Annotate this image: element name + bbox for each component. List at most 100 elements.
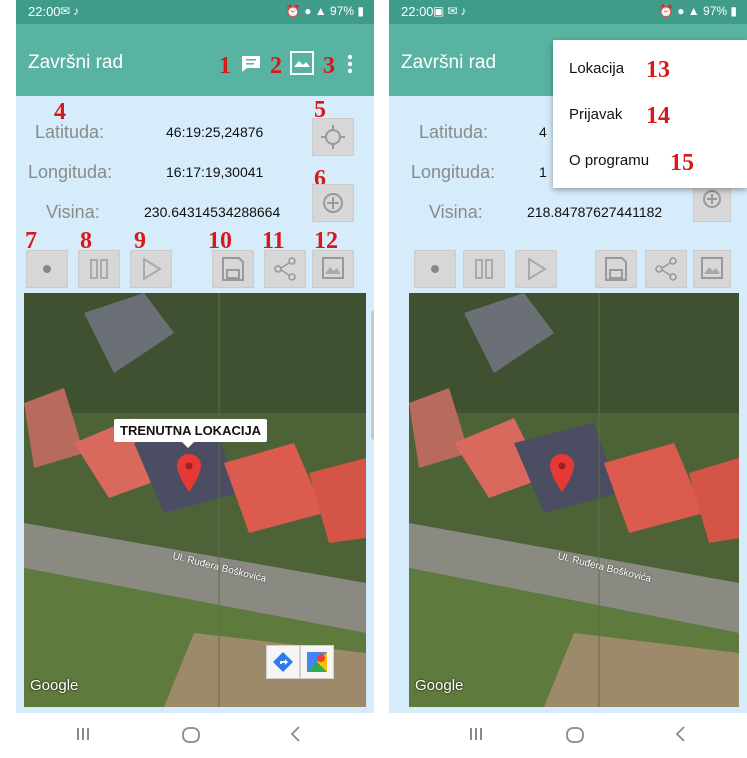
alarm-icon: ⏰ — [658, 4, 674, 18]
signal-icon: ▲ — [687, 4, 700, 18]
scroll-handle[interactable] — [371, 310, 374, 440]
home-icon[interactable] — [565, 725, 585, 750]
record-button[interactable] — [26, 250, 68, 288]
record-icon — [43, 265, 51, 273]
share-icon — [655, 257, 677, 281]
gps-fix-button[interactable] — [312, 118, 354, 156]
status-time: 22:00 — [28, 4, 61, 19]
phone-screen-right: 22:00 ▣✉♪ ⏰ ● ▲ 97% ▮ Završni rad Latitu… — [389, 0, 747, 758]
recents-icon[interactable] — [467, 725, 485, 748]
notification-icons: ✉♪ — [60, 4, 83, 18]
map-view-button[interactable] — [693, 250, 731, 288]
annotation-label: 1 — [219, 53, 231, 79]
location-icon: ● — [677, 4, 685, 18]
more-vert-icon[interactable] — [347, 54, 353, 79]
pause-icon — [475, 259, 493, 279]
altitude-value: 218.84787627441182 — [527, 204, 663, 220]
marker-callout: TRENUTNA LOKACIJA — [114, 419, 268, 448]
latitude-value: 46:19:25,24876 — [166, 124, 264, 140]
google-maps-icon — [307, 652, 327, 672]
location-marker-icon[interactable] — [176, 453, 202, 493]
save-icon — [222, 257, 244, 281]
menu-item-prijavak[interactable]: Prijavak — [569, 106, 622, 123]
home-icon[interactable] — [181, 725, 201, 750]
annotation-label: 3 — [323, 53, 335, 79]
play-button[interactable] — [515, 250, 557, 288]
status-bar: 22:00 ▣✉♪ ⏰ ● ▲ 97% ▮ — [389, 0, 747, 24]
status-right: ⏰ ● ▲ 97% ▮ — [659, 4, 737, 18]
menu-item-o-programu[interactable]: O programu — [569, 152, 649, 169]
gps-fix-icon — [321, 125, 345, 149]
system-nav-bar — [389, 713, 747, 758]
status-right: ⏰ ● ▲ 97% ▮ — [286, 4, 364, 18]
app-title: Završni rad — [28, 52, 124, 73]
annotation-label: 13 — [646, 57, 670, 83]
annotation-label: 4 — [54, 99, 66, 125]
battery-icon: ▮ — [357, 4, 364, 18]
record-icon — [431, 265, 439, 273]
play-icon — [528, 257, 547, 281]
annotation-label: 2 — [270, 53, 282, 79]
map-icon[interactable] — [290, 51, 314, 80]
app-bar: Završni rad 1 2 3 — [16, 24, 374, 96]
battery-icon: ▮ — [730, 4, 737, 18]
latitude-label: Latituda: — [35, 122, 105, 142]
notification-icons: ▣✉♪ — [433, 4, 470, 18]
battery-text: 97% — [330, 4, 355, 18]
overflow-menu: Lokacija 13 Prijavak 14 O programu 15 — [553, 40, 747, 188]
annotation-label: 14 — [646, 103, 670, 129]
status-bar: 22:00 ✉♪ ⏰ ● ▲ 97% ▮ — [16, 0, 374, 24]
location-marker-icon[interactable] — [549, 453, 575, 493]
google-attribution: Google — [415, 677, 464, 694]
back-icon[interactable] — [673, 725, 687, 748]
map-icon — [701, 257, 723, 279]
recents-icon[interactable] — [74, 725, 92, 748]
directions-icon — [273, 652, 293, 672]
menu-item-lokacija[interactable]: Lokacija — [569, 60, 624, 77]
satellite-map — [409, 293, 739, 707]
pause-icon — [90, 259, 108, 279]
altitude-value: 230.64314534288664 — [144, 204, 281, 220]
longitude-value: 16:17:19,30041 — [166, 164, 264, 180]
directions-button[interactable] — [266, 645, 300, 679]
battery-text: 97% — [703, 4, 728, 18]
share-button[interactable] — [264, 250, 306, 288]
longitude-label: Longituda: — [28, 162, 113, 182]
latitude-value: 4 — [539, 124, 547, 140]
map-view[interactable]: Ul. Ruđera Boškovića Google — [409, 293, 739, 707]
chat-icon[interactable] — [240, 54, 262, 79]
record-button[interactable] — [414, 250, 456, 288]
save-icon — [605, 257, 627, 281]
map-view-button[interactable] — [312, 250, 354, 288]
signal-icon: ▲ — [314, 4, 327, 18]
alarm-icon: ⏰ — [285, 4, 301, 18]
longitude-value: 1 — [539, 164, 547, 180]
map-icon — [322, 257, 344, 279]
play-icon — [143, 257, 162, 281]
zoom-in-icon — [323, 193, 343, 213]
system-nav-bar — [16, 713, 374, 758]
pause-button[interactable] — [463, 250, 505, 288]
app-title: Završni rad — [401, 52, 497, 73]
share-button[interactable] — [645, 250, 687, 288]
pause-button[interactable] — [78, 250, 120, 288]
zoom-in-icon — [703, 190, 721, 208]
share-icon — [274, 257, 296, 281]
play-button[interactable] — [130, 250, 172, 288]
phone-screen-left: 22:00 ✉♪ ⏰ ● ▲ 97% ▮ Završni rad 1 2 3 4… — [16, 0, 374, 758]
google-attribution: Google — [30, 677, 79, 694]
annotation-label: 15 — [670, 150, 694, 176]
altitude-label: Visina: — [46, 202, 100, 222]
status-time: 22:00 — [401, 4, 434, 19]
zoom-in-button[interactable] — [693, 184, 731, 222]
open-maps-button[interactable] — [300, 645, 334, 679]
save-button[interactable] — [595, 250, 637, 288]
longitude-label: Longituda: — [411, 162, 496, 182]
back-icon[interactable] — [288, 725, 302, 748]
altitude-label: Visina: — [429, 202, 483, 222]
zoom-in-button[interactable] — [312, 184, 354, 222]
save-button[interactable] — [212, 250, 254, 288]
location-icon: ● — [304, 4, 312, 18]
latitude-label: Latituda: — [419, 122, 489, 142]
map-view[interactable]: TRENUTNA LOKACIJA Ul. Ruđera Boškovića G… — [24, 293, 366, 707]
